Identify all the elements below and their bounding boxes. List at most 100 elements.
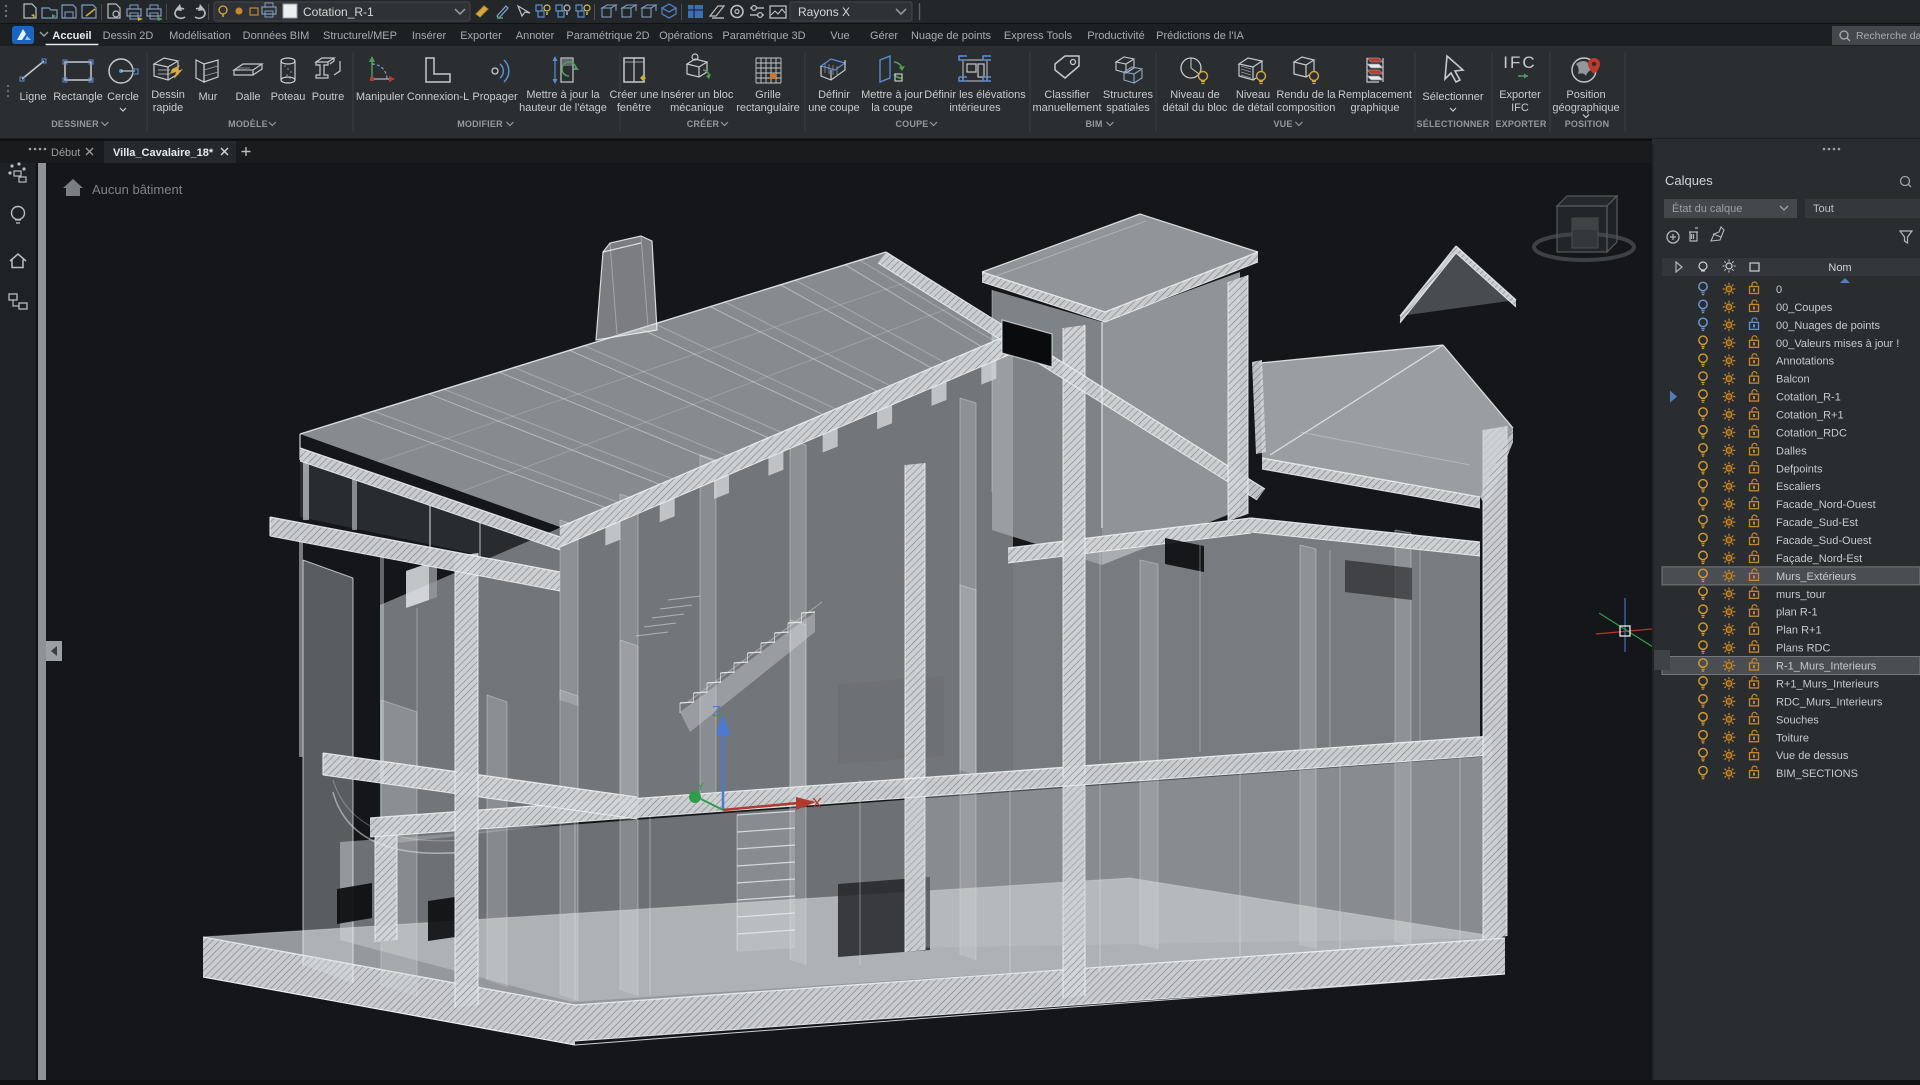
svg-text:0: 0 [1776, 284, 1782, 296]
svg-text:00_Coupes: 00_Coupes [1776, 302, 1833, 314]
svg-text:Accueil: Accueil [52, 30, 91, 42]
svg-text:la coupe: la coupe [871, 102, 913, 114]
svg-text:Exporter: Exporter [460, 30, 502, 42]
svg-text:spatiales: spatiales [1106, 102, 1150, 114]
svg-text:Souches: Souches [1776, 714, 1819, 726]
svg-text:Plan R+1: Plan R+1 [1776, 625, 1822, 637]
svg-text:Annoter: Annoter [516, 30, 555, 42]
svg-text:IFC: IFC [1511, 102, 1529, 114]
svg-text:Cotation_RDC: Cotation_RDC [1776, 427, 1847, 439]
svg-text:SÉLECTIONNER: SÉLECTIONNER [1417, 119, 1490, 129]
svg-text:Grille: Grille [755, 89, 781, 101]
svg-text:Defpoints: Defpoints [1776, 463, 1823, 475]
svg-text:Villa_Cavalaire_18*: Villa_Cavalaire_18* [113, 147, 214, 159]
svg-text:Rectangle: Rectangle [53, 91, 103, 103]
svg-text:rectangulaire: rectangulaire [736, 102, 800, 114]
svg-text:Sélectionner: Sélectionner [1422, 91, 1483, 103]
svg-text:intérieures: intérieures [949, 102, 1001, 114]
svg-text:Mettre à jour: Mettre à jour [861, 89, 923, 101]
svg-text:État du calque: État du calque [1672, 202, 1742, 215]
svg-text:MODIFIER: MODIFIER [457, 119, 503, 129]
svg-text:RDC_Murs_Interieurs: RDC_Murs_Interieurs [1776, 696, 1883, 708]
svg-text:Opérations: Opérations [659, 30, 713, 42]
svg-text:Nom: Nom [1828, 262, 1851, 274]
svg-text:Données BIM: Données BIM [243, 30, 310, 42]
svg-text:Facade_Sud-Ouest: Facade_Sud-Ouest [1776, 535, 1871, 547]
svg-text:Balcon: Balcon [1776, 374, 1810, 386]
svg-text:R-1_Murs_Interieurs: R-1_Murs_Interieurs [1776, 661, 1877, 673]
svg-text:Cotation_R+1: Cotation_R+1 [1776, 410, 1844, 422]
svg-text:Définir: Définir [818, 89, 850, 101]
svg-text:Express Tools: Express Tools [1004, 30, 1073, 42]
svg-text:Prédictions de l'IA: Prédictions de l'IA [1156, 30, 1244, 42]
svg-text:BIM: BIM [1085, 119, 1102, 129]
svg-text:géographique: géographique [1552, 102, 1619, 114]
svg-text:Exporter: Exporter [1499, 89, 1541, 101]
svg-text:Propager: Propager [472, 91, 518, 103]
svg-text:Recherche dan: Recherche dan [1856, 30, 1920, 42]
svg-text:BIM_SECTIONS: BIM_SECTIONS [1776, 768, 1858, 780]
svg-text:manuellement: manuellement [1032, 102, 1101, 114]
svg-text:VUE: VUE [1273, 119, 1292, 129]
svg-text:composition: composition [1277, 102, 1336, 114]
svg-text:Mettre à jour la: Mettre à jour la [526, 89, 600, 101]
svg-text:Début: Début [51, 147, 80, 159]
svg-text:IFC: IFC [1503, 53, 1536, 72]
svg-text:MODÈLE: MODÈLE [228, 119, 268, 129]
svg-text:Plans RDC: Plans RDC [1776, 643, 1830, 655]
svg-text:Rendu de la: Rendu de la [1276, 89, 1336, 101]
svg-text:Classifier: Classifier [1044, 89, 1090, 101]
svg-text:une coupe: une coupe [808, 102, 859, 114]
svg-text:Cotation_R-1: Cotation_R-1 [303, 5, 374, 19]
svg-text:Tout: Tout [1813, 203, 1834, 215]
svg-text:EXPORTER: EXPORTER [1495, 119, 1546, 129]
svg-text:COUPE: COUPE [895, 119, 928, 129]
svg-text:Aucun bâtiment: Aucun bâtiment [92, 182, 183, 197]
svg-text:Structures: Structures [1103, 89, 1154, 101]
svg-text:plan R-1: plan R-1 [1776, 607, 1818, 619]
svg-text:Facade_Nord-Ouest: Facade_Nord-Ouest [1776, 499, 1876, 511]
svg-text:Gérer: Gérer [870, 30, 898, 42]
svg-text:Annotations: Annotations [1776, 356, 1835, 368]
svg-text:rapide: rapide [153, 102, 184, 114]
svg-text:Dalle: Dalle [235, 91, 260, 103]
svg-text:de détail: de détail [1232, 102, 1274, 114]
svg-text:mécanique: mécanique [670, 102, 724, 114]
svg-text:Ligne: Ligne [20, 91, 47, 103]
svg-text:détail du bloc: détail du bloc [1163, 102, 1228, 114]
svg-text:Insérer un bloc: Insérer un bloc [661, 89, 734, 101]
svg-text:murs_tour: murs_tour [1776, 589, 1826, 601]
svg-text:Mur: Mur [199, 91, 218, 103]
svg-text:Définir les élévations: Définir les élévations [924, 89, 1026, 101]
svg-text:Connexion-L: Connexion-L [407, 91, 469, 103]
svg-text:Toiture: Toiture [1776, 732, 1809, 744]
svg-text:Vue: Vue [830, 30, 849, 42]
svg-text:Insérer: Insérer [412, 30, 447, 42]
svg-text:Rayons X: Rayons X [798, 5, 850, 19]
svg-text:Y: Y [697, 781, 705, 793]
svg-text:Structurel/MEP: Structurel/MEP [323, 30, 397, 42]
svg-text:Paramétrique 3D: Paramétrique 3D [722, 30, 805, 42]
svg-text:Remplacement: Remplacement [1338, 89, 1412, 101]
svg-text:R+1_Murs_Interieurs: R+1_Murs_Interieurs [1776, 678, 1880, 690]
svg-text:Murs_Extérieurs: Murs_Extérieurs [1776, 571, 1857, 583]
svg-text:00_Nuages de points: 00_Nuages de points [1776, 320, 1880, 332]
svg-text:Dalles: Dalles [1776, 445, 1807, 457]
svg-text:Poutre: Poutre [312, 91, 344, 103]
svg-text:Nuage de points: Nuage de points [911, 30, 992, 42]
svg-text:graphique: graphique [1351, 102, 1400, 114]
svg-text:Productivité: Productivité [1087, 30, 1144, 42]
svg-text:Calques: Calques [1665, 173, 1713, 188]
svg-text:Cotation_R-1: Cotation_R-1 [1776, 392, 1841, 404]
svg-text:Position: Position [1566, 89, 1605, 101]
svg-text:Niveau de: Niveau de [1170, 89, 1220, 101]
svg-text:Niveau: Niveau [1236, 89, 1270, 101]
svg-text:DESSINER: DESSINER [51, 119, 99, 129]
svg-text:Z: Z [712, 703, 721, 720]
svg-text:Escaliers: Escaliers [1776, 481, 1821, 493]
svg-text:Poteau: Poteau [271, 91, 306, 103]
svg-text:Créer une: Créer une [610, 89, 659, 101]
svg-text:Cercle: Cercle [107, 91, 139, 103]
svg-text:Dessin 2D: Dessin 2D [103, 30, 154, 42]
svg-text:Façade_Nord-Est: Façade_Nord-Est [1776, 553, 1862, 565]
